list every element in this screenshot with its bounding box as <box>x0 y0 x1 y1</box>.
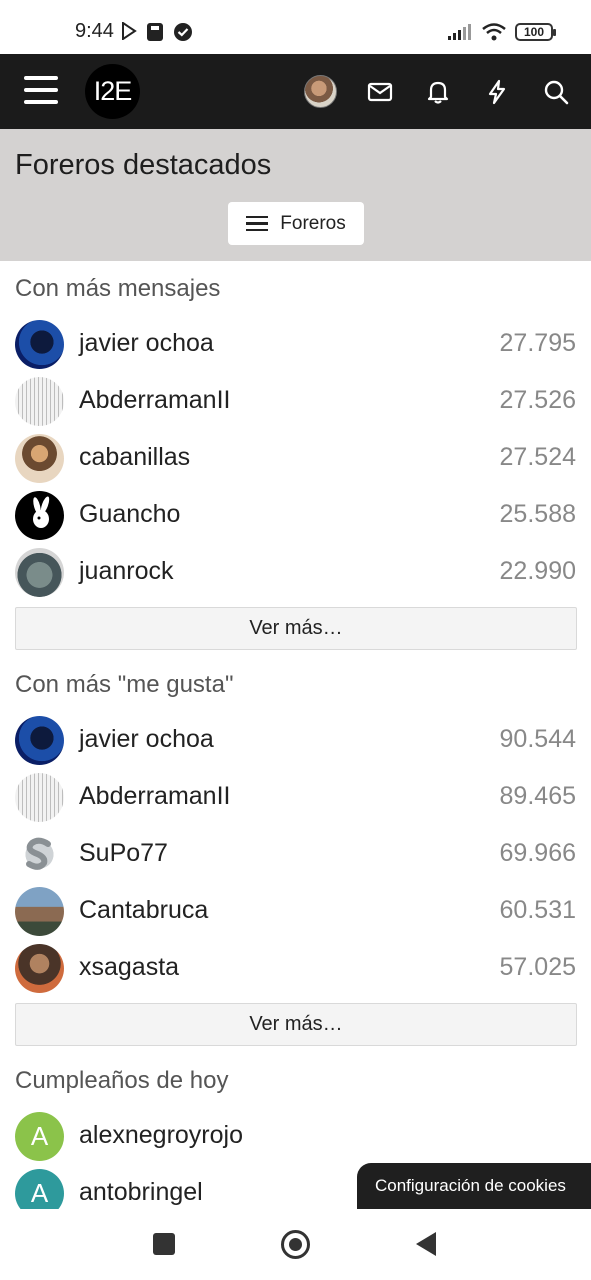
list-item[interactable]: cabanillas 27.524 <box>0 430 591 486</box>
member-count: 69.966 <box>499 839 576 867</box>
foreros-button-label: Foreros <box>280 212 346 234</box>
member-count: 89.465 <box>499 782 576 810</box>
signal-icon <box>448 24 471 40</box>
xiaomi-app-icon <box>147 23 163 41</box>
member-count: 22.990 <box>499 557 576 585</box>
page-title: Foreros destacados <box>15 149 272 181</box>
list-item[interactable]: xsagasta 57.025 <box>0 940 591 996</box>
member-count: 27.524 <box>499 443 576 471</box>
list-item[interactable]: Guancho 25.588 <box>0 487 591 543</box>
member-count: 27.526 <box>499 386 576 414</box>
section-title-messages: Con más mensajes <box>15 275 221 302</box>
member-name[interactable]: Cantabruca <box>79 896 208 925</box>
member-name[interactable]: antobringel <box>79 1178 203 1207</box>
list-item[interactable]: SuPo77 69.966 <box>0 826 591 882</box>
avatar[interactable] <box>15 548 64 597</box>
see-more-button[interactable]: Ver más… <box>15 1003 577 1046</box>
member-name[interactable]: Guancho <box>79 500 180 529</box>
list-item[interactable]: A alexnegroyrojo <box>0 1108 591 1164</box>
member-count: 27.795 <box>499 329 576 357</box>
back-button[interactable] <box>416 1232 436 1256</box>
check-circle-icon <box>174 23 192 41</box>
site-logo[interactable]: I2E <box>85 64 140 119</box>
member-name[interactable]: javier ochoa <box>79 725 214 754</box>
s-logo-icon <box>26 837 51 870</box>
avatar[interactable] <box>15 887 64 936</box>
avatar[interactable] <box>15 434 64 483</box>
title-band: Foreros destacados Foreros <box>0 129 591 261</box>
member-name[interactable]: xsagasta <box>79 953 179 982</box>
recents-button[interactable] <box>153 1233 175 1255</box>
list-item[interactable]: javier ochoa 90.544 <box>0 712 591 768</box>
battery-indicator: 100 <box>515 23 556 41</box>
user-avatar[interactable] <box>304 75 337 108</box>
home-button[interactable] <box>281 1230 310 1259</box>
list-item[interactable]: juanrock 22.990 <box>0 544 591 600</box>
wifi-icon <box>482 23 506 41</box>
menu-icon[interactable] <box>24 76 58 106</box>
section-title-likes: Con más "me gusta" <box>15 671 234 698</box>
avatar[interactable]: A <box>15 1112 64 1161</box>
status-right: 100 <box>447 22 556 42</box>
member-name[interactable]: AbderramanII <box>79 386 230 415</box>
system-nav-bar <box>0 1209 591 1280</box>
list-item[interactable]: Cantabruca 60.531 <box>0 883 591 939</box>
avatar[interactable] <box>15 830 64 879</box>
play-store-icon <box>122 22 137 40</box>
member-name[interactable]: javier ochoa <box>79 329 214 358</box>
menu-icon <box>246 212 269 236</box>
avatar[interactable] <box>15 716 64 765</box>
section-title-birthdays: Cumpleaños de hoy <box>15 1067 229 1094</box>
foreros-menu-button[interactable]: Foreros <box>228 202 364 245</box>
avatar[interactable] <box>15 491 64 540</box>
list-item[interactable]: javier ochoa 27.795 <box>0 316 591 372</box>
status-bar: 9:44 100 <box>0 0 591 54</box>
bunny-logo-icon <box>33 496 50 528</box>
member-count: 25.588 <box>499 500 576 528</box>
member-count: 60.531 <box>499 896 576 924</box>
app-header: I2E <box>0 54 591 129</box>
bell-icon[interactable] <box>424 78 452 106</box>
search-icon[interactable] <box>542 78 570 106</box>
avatar[interactable] <box>15 773 64 822</box>
member-name[interactable]: SuPo77 <box>79 839 168 868</box>
mail-icon[interactable] <box>366 78 394 106</box>
avatar[interactable] <box>15 320 64 369</box>
member-count: 90.544 <box>499 725 576 753</box>
cookie-settings-button[interactable]: Configuración de cookies <box>357 1163 591 1209</box>
member-name[interactable]: juanrock <box>79 557 174 586</box>
member-name[interactable]: AbderramanII <box>79 782 230 811</box>
lightning-icon[interactable] <box>483 78 511 106</box>
avatar[interactable] <box>15 377 64 426</box>
status-time: 9:44 <box>75 20 114 42</box>
avatar[interactable] <box>15 944 64 993</box>
member-count: 57.025 <box>499 953 576 981</box>
member-name[interactable]: cabanillas <box>79 443 190 472</box>
list-item[interactable]: AbderramanII 89.465 <box>0 769 591 825</box>
see-more-button[interactable]: Ver más… <box>15 607 577 650</box>
list-item[interactable]: AbderramanII 27.526 <box>0 373 591 429</box>
member-name[interactable]: alexnegroyrojo <box>79 1121 243 1150</box>
